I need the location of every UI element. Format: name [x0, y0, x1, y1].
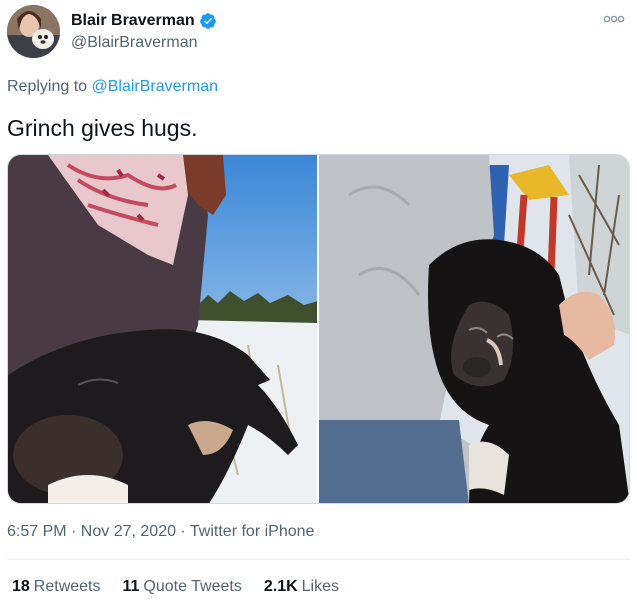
- reply-context: Replying to @BlairBraverman: [7, 78, 218, 96]
- photo-right-image: [319, 155, 629, 503]
- avatar-image: [7, 5, 60, 58]
- photo-left-image: [8, 155, 317, 503]
- reply-prefix: Replying to: [7, 78, 88, 95]
- divider: [7, 559, 630, 560]
- quote-tweets-stat[interactable]: 11 Quote Tweets: [123, 578, 242, 596]
- author-handle[interactable]: @BlairBraverman: [71, 33, 217, 53]
- likes-label: Likes: [301, 578, 340, 595]
- retweets-label: Retweets: [33, 578, 101, 595]
- more-options-icon[interactable]: [603, 13, 625, 25]
- photo-right[interactable]: [319, 155, 629, 503]
- quote-tweets-label: Quote Tweets: [143, 578, 242, 595]
- tweet-header: Blair Braverman @BlairBraverman: [7, 5, 217, 58]
- photo-left[interactable]: [8, 155, 317, 503]
- tweet-text: Grinch gives hugs.: [7, 115, 198, 141]
- tweet-card: Blair Braverman @BlairBraverman Replying…: [0, 0, 637, 609]
- media-grid: [7, 154, 630, 504]
- tweet-timestamp[interactable]: 6:57 PM · Nov 27, 2020 · Twitter for iPh…: [7, 523, 314, 541]
- display-name-row: Blair Braverman: [71, 11, 217, 31]
- retweets-count: 18: [12, 578, 30, 595]
- engagement-stats: 18 Retweets 11 Quote Tweets 2.1K Likes: [12, 578, 361, 596]
- retweets-stat[interactable]: 18 Retweets: [12, 578, 101, 596]
- reply-mention-link[interactable]: @BlairBraverman: [92, 78, 219, 95]
- likes-stat[interactable]: 2.1K Likes: [264, 578, 339, 596]
- quote-tweets-count: 11: [122, 578, 140, 595]
- likes-count: 2.1K: [263, 578, 298, 595]
- verified-badge-icon: [199, 13, 216, 29]
- avatar[interactable]: [7, 5, 60, 58]
- display-name[interactable]: Blair Braverman: [71, 11, 195, 31]
- author-names: Blair Braverman @BlairBraverman: [71, 11, 217, 53]
